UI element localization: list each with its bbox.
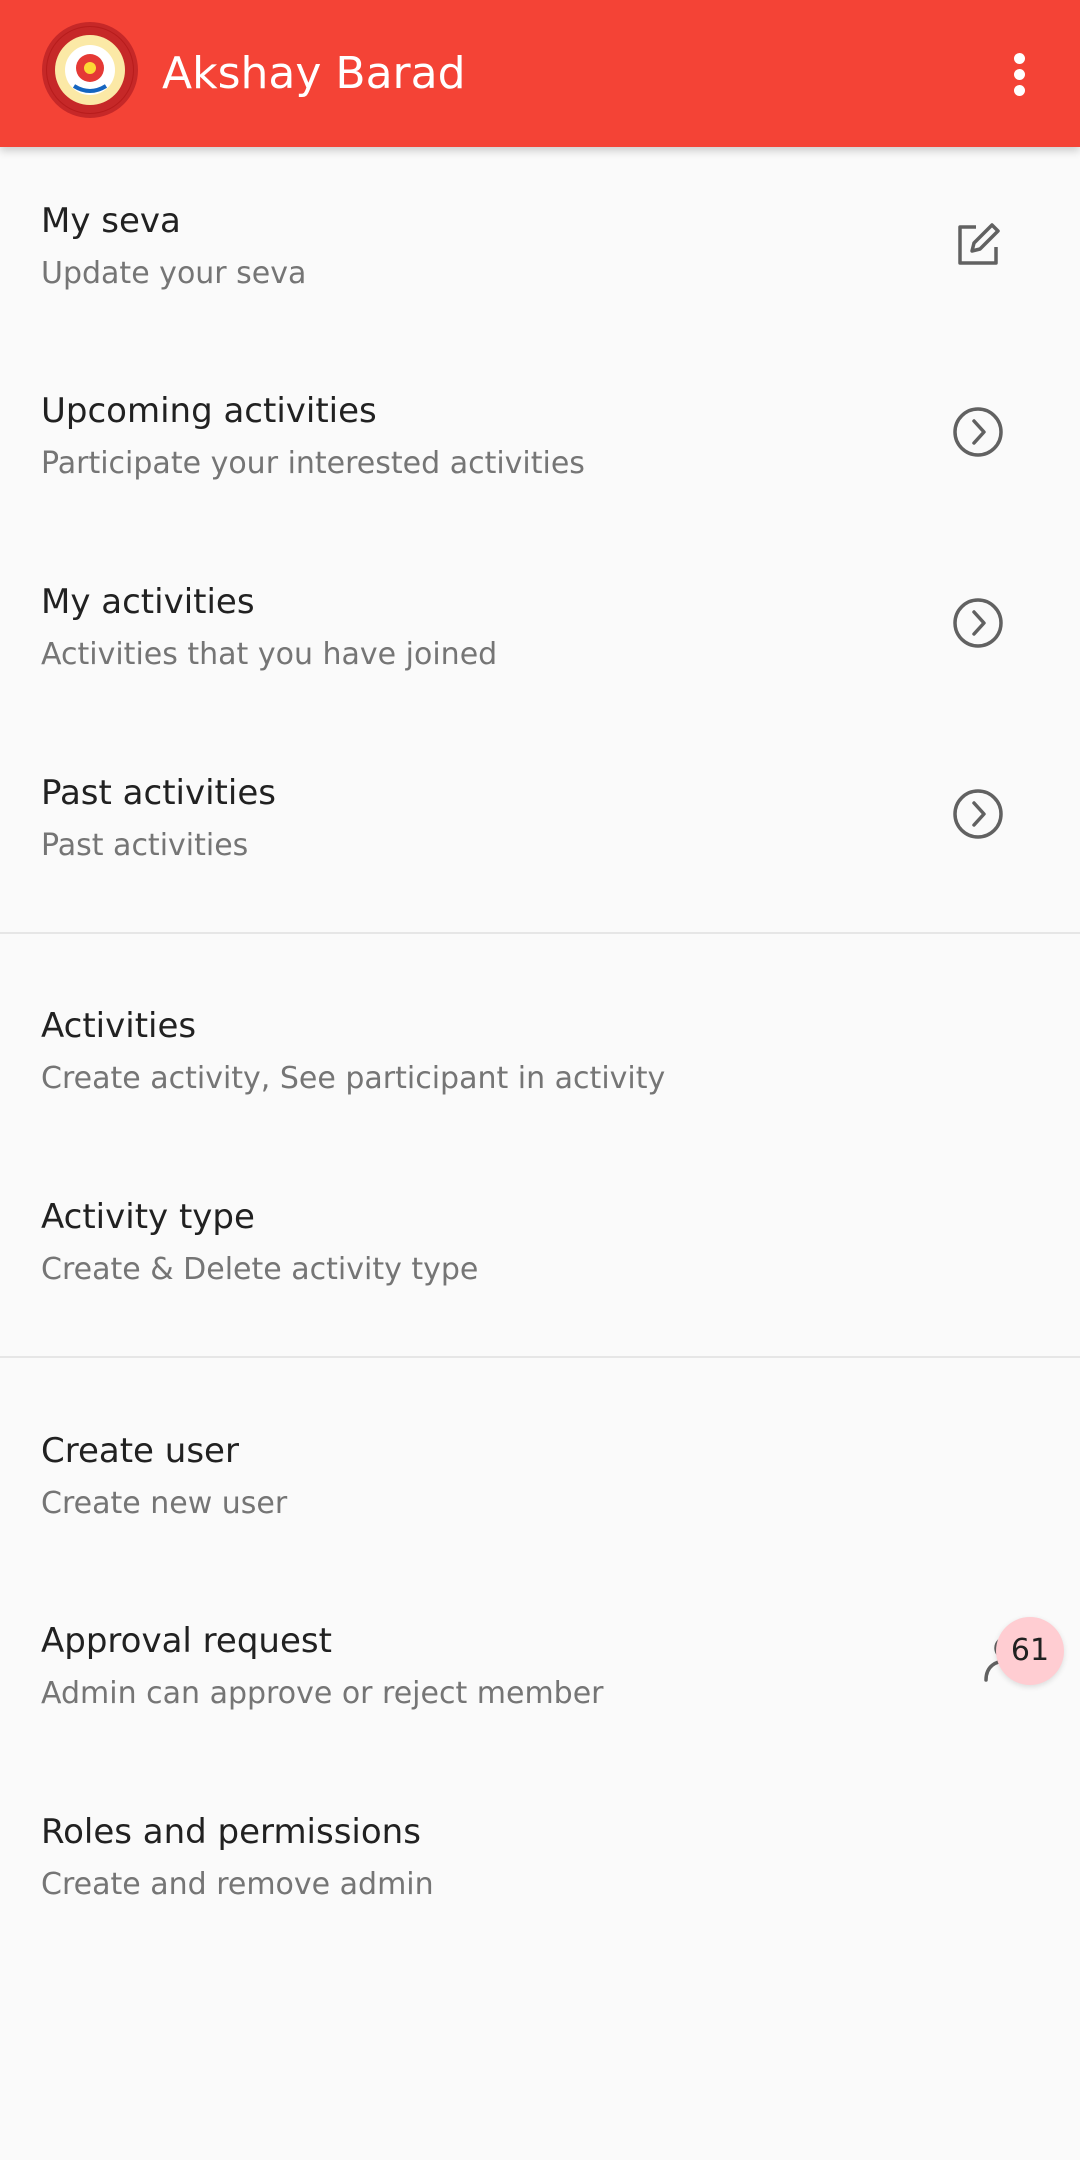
menu-item-title: Past activities xyxy=(41,773,276,813)
more-vert-dot xyxy=(1014,85,1025,96)
menu-item-my-seva[interactable]: My seva Update your seva xyxy=(0,147,1080,337)
menu-item-title: Upcoming activities xyxy=(41,391,377,431)
menu-item-approval-request[interactable]: Approval request Admin can approve or re… xyxy=(0,1567,1080,1757)
menu-item-subtitle: Create & Delete activity type xyxy=(41,1252,479,1287)
menu-item-activities[interactable]: Activities Create activity, See particip… xyxy=(0,952,1080,1142)
menu-item-subtitle: Create and remove admin xyxy=(41,1867,434,1902)
more-options-button[interactable] xyxy=(992,40,1048,108)
section-divider xyxy=(0,1356,1080,1358)
menu-item-title: Roles and permissions xyxy=(41,1812,421,1852)
menu-item-subtitle: Participate your interested activities xyxy=(41,446,585,481)
menu-item-subtitle: Past activities xyxy=(41,828,249,863)
menu-item-title: My seva xyxy=(41,201,181,241)
menu-item-subtitle: Create new user xyxy=(41,1486,288,1521)
menu-item-subtitle: Update your seva xyxy=(41,256,307,291)
chevron-right-circle-icon[interactable] xyxy=(950,595,1006,651)
menu-item-title: Activities xyxy=(41,1006,197,1046)
menu-item-subtitle: Activities that you have joined xyxy=(41,637,498,672)
menu-item-roles-and-permissions[interactable]: Roles and permissions Create and remove … xyxy=(0,1758,1080,1948)
menu-item-title: My activities xyxy=(41,582,255,622)
menu-item-title: Create user xyxy=(41,1431,239,1471)
organization-logo xyxy=(42,22,138,118)
menu-item-activity-type[interactable]: Activity type Create & Delete activity t… xyxy=(0,1143,1080,1333)
menu-item-past-activities[interactable]: Past activities Past activities xyxy=(0,719,1080,909)
menu-item-create-user[interactable]: Create user Create new user xyxy=(0,1377,1080,1567)
menu-item-title: Approval request xyxy=(41,1621,332,1661)
approval-count-badge: 61 xyxy=(996,1617,1064,1685)
more-vert-dot xyxy=(1014,69,1025,80)
chevron-right-circle-icon[interactable] xyxy=(950,404,1006,460)
menu-item-title: Activity type xyxy=(41,1197,255,1237)
chevron-right-circle-icon[interactable] xyxy=(950,786,1006,842)
edit-icon[interactable] xyxy=(950,217,1006,273)
app-bar: Akshay Barad xyxy=(0,0,1080,147)
menu-item-subtitle: Admin can approve or reject member xyxy=(41,1676,604,1711)
menu-item-my-activities[interactable]: My activities Activities that you have j… xyxy=(0,528,1080,718)
menu-item-upcoming-activities[interactable]: Upcoming activities Participate your int… xyxy=(0,337,1080,527)
section-divider xyxy=(0,932,1080,934)
app-title: Akshay Barad xyxy=(162,48,466,99)
more-vert-icon xyxy=(1014,53,1025,64)
menu-item-subtitle: Create activity, See participant in acti… xyxy=(41,1061,666,1096)
